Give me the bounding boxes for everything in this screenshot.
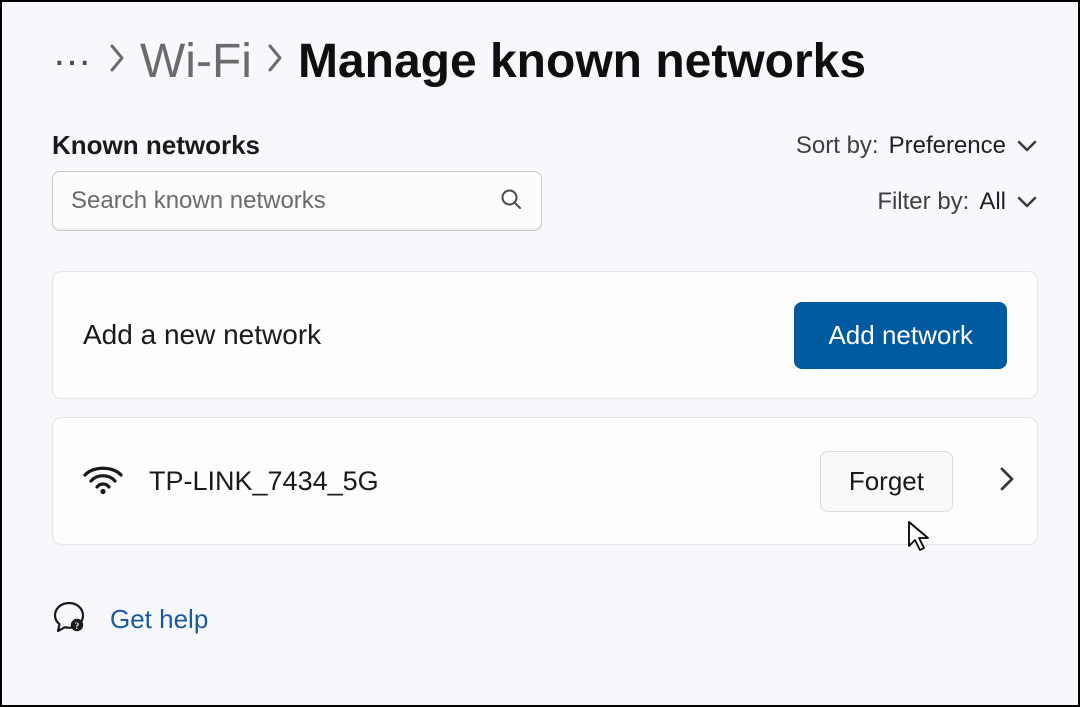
breadcrumb: … Wi-Fi Manage known networks [52,32,1038,90]
filter-by-dropdown[interactable]: Filter by: All [877,188,1038,216]
chevron-down-icon [1016,139,1038,153]
breadcrumb-wifi[interactable]: Wi-Fi [140,34,252,89]
page-title: Manage known networks [298,34,866,89]
filter-by-value: All [979,188,1006,216]
help-icon: ? [52,601,86,638]
svg-text:?: ? [75,621,80,631]
search-icon [499,187,523,216]
search-box[interactable] [52,171,542,231]
wifi-icon [83,463,123,500]
sort-by-label: Sort by: [796,132,879,160]
add-network-label: Add a new network [83,319,321,351]
chevron-down-icon [1016,195,1038,209]
add-network-card: Add a new network Add network [52,271,1038,399]
chevron-right-icon [266,40,284,82]
section-heading: Known networks [52,130,542,161]
chevron-right-icon [108,40,126,82]
filter-by-label: Filter by: [877,188,969,216]
network-row[interactable]: TP-LINK_7434_5G Forget [52,417,1038,545]
chevron-right-icon[interactable] [999,466,1015,497]
add-network-button[interactable]: Add network [794,302,1007,369]
get-help-link[interactable]: ? Get help [52,601,1038,638]
network-name: TP-LINK_7434_5G [149,466,794,497]
forget-button[interactable]: Forget [820,451,953,512]
get-help-label: Get help [110,604,208,635]
sort-by-dropdown[interactable]: Sort by: Preference [796,132,1038,160]
breadcrumb-ellipsis[interactable]: … [52,32,94,90]
search-input[interactable] [71,187,499,215]
sort-by-value: Preference [889,132,1006,160]
